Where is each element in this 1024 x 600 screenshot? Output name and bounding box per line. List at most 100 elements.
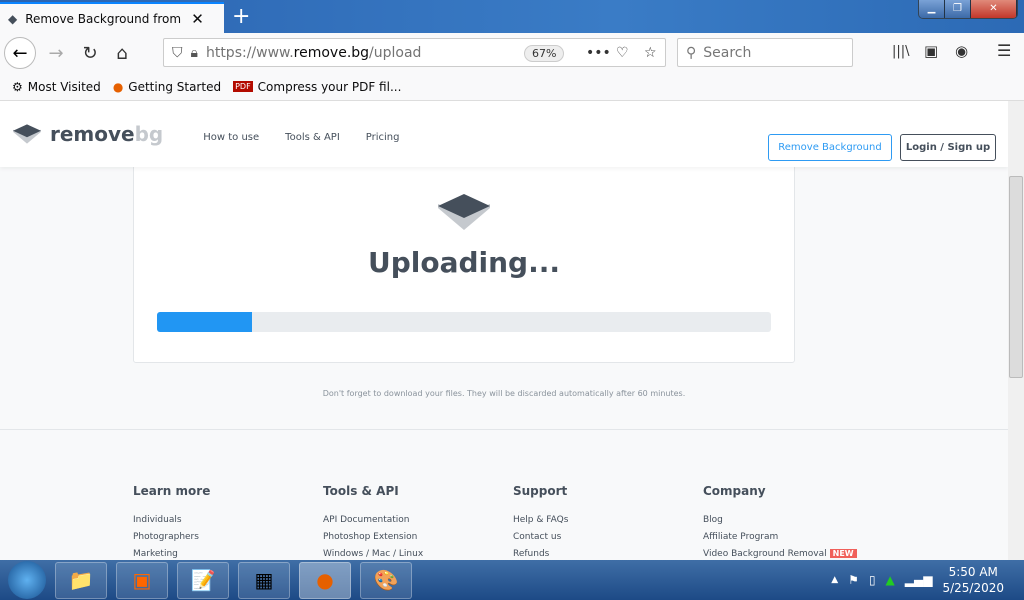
new-badge: NEW: [829, 549, 857, 558]
search-icon: ⚲: [686, 44, 697, 61]
clock-time: 5:50 AM: [948, 565, 998, 579]
page-scrollbar[interactable]: [1008, 101, 1024, 560]
taskbar: 📁 ▣ 📝 ▦ ● 🎨 ▲ ⚑ ▯ ▲ ▂▄▆ 5:50 AM 5/25/2020: [0, 560, 1024, 600]
calculator-icon[interactable]: ▦: [238, 561, 290, 599]
explorer-icon[interactable]: 📁: [55, 561, 107, 599]
forward-button[interactable]: →: [42, 43, 70, 64]
restore-button[interactable]: ❐: [945, 0, 971, 18]
xampp-icon[interactable]: ▣: [116, 561, 168, 599]
library-icon[interactable]: |||\: [892, 44, 910, 59]
nav-toolbar: ← → ↻ ⌂ ⛉ 🔒︎ https://www. remove.bg/uploa…: [0, 33, 1024, 73]
tab-title: Remove Background from Image: [25, 11, 185, 26]
footer-col-support: Support Help & FAQs Contact us Refunds: [513, 484, 568, 560]
footer-link[interactable]: Help & FAQs: [513, 515, 568, 532]
footer-link[interactable]: Photoshop Extension: [323, 532, 423, 549]
layers-icon: [438, 194, 490, 230]
minimize-button[interactable]: ▁: [919, 0, 945, 18]
footer-heading: Support: [513, 484, 568, 498]
progress-fill: [157, 312, 253, 332]
footer-link-label: Video Background Removal: [703, 549, 827, 559]
upload-status: Uploading...: [367, 246, 561, 279]
firefox-taskbar-icon[interactable]: ●: [299, 561, 351, 599]
bookmark-label: Most Visited: [27, 79, 101, 94]
bookmark-getting-started[interactable]: ● Getting Started: [113, 80, 221, 94]
action-center-flag-icon[interactable]: ⚑: [848, 573, 859, 587]
pdf-icon: PDF: [233, 81, 253, 92]
pocket-icon[interactable]: ♡: [616, 45, 629, 61]
firefox-icon: ●: [112, 79, 124, 94]
lock-icon[interactable]: 🔒︎: [191, 45, 198, 61]
gear-icon: ⚙: [12, 79, 23, 94]
network-signal-icon[interactable]: ▂▄▆: [905, 573, 933, 587]
removebg-favicon-icon: ◆: [8, 11, 18, 26]
clock[interactable]: 5:50 AM 5/25/2020: [942, 564, 1004, 596]
footer-heading: Tools & API: [323, 484, 399, 498]
download-note: Don't forget to download your files. The…: [322, 389, 686, 398]
footer-link-video[interactable]: Video Background Removal NEW: [703, 549, 857, 560]
removebg-logo[interactable]: remove bg: [12, 122, 163, 146]
footer-heading: Learn more: [133, 484, 211, 498]
bookmark-most-visited[interactable]: ⚙ Most Visited: [12, 80, 101, 94]
footer-link[interactable]: Blog: [703, 515, 857, 532]
url-bar[interactable]: ⛉ 🔒︎ https://www. remove.bg/upload 67% ••…: [163, 38, 666, 67]
zoom-level-badge[interactable]: 67%: [524, 45, 565, 62]
footer-col-tools: Tools & API API Documentation Photoshop Ex…: [323, 484, 423, 560]
close-tab-icon[interactable]: ✕: [191, 10, 204, 28]
back-button[interactable]: ←: [4, 37, 36, 69]
footer-link[interactable]: Photographers: [133, 532, 210, 549]
title-bar: ◆ Remove Background from Image ✕ + ▁ ❐ ✕: [0, 0, 1024, 33]
home-button[interactable]: ⌂: [108, 43, 136, 64]
nav-how-to-use[interactable]: How to use: [203, 132, 259, 143]
nav-pricing[interactable]: Pricing: [366, 132, 400, 143]
shield-icon[interactable]: ⛉: [172, 45, 183, 61]
logo-text: remove: [50, 122, 135, 146]
footer-link[interactable]: Individuals: [133, 515, 210, 532]
notepad-plus-icon[interactable]: 📝: [177, 561, 229, 599]
more-actions-icon[interactable]: •••: [586, 45, 611, 61]
start-button[interactable]: [8, 561, 46, 599]
system-tray: ▲ ⚑ ▯ ▲ ▂▄▆ 5:50 AM 5/25/2020: [831, 560, 1004, 600]
upload-card: Uploading...: [133, 161, 795, 363]
reload-button[interactable]: ↻: [76, 43, 104, 64]
layers-logo-icon: [13, 124, 41, 144]
nav-tools-api[interactable]: Tools & API: [285, 132, 340, 143]
bookmarks-toolbar: ⚙ Most Visited ● Getting Started PDF Compre…: [0, 73, 1024, 101]
footer-col-learn-more: Learn more Individuals Photographers Market…: [133, 484, 210, 560]
clock-date: 5/25/2020: [942, 581, 1004, 595]
account-icon[interactable]: ◉: [955, 42, 968, 60]
site-nav: How to use Tools & API Pricing: [203, 125, 425, 144]
browser-tab[interactable]: ◆ Remove Background from Image ✕: [0, 2, 224, 33]
show-hidden-icons[interactable]: ▲: [831, 575, 838, 585]
footer-link[interactable]: Windows / Mac / Linux: [323, 549, 423, 560]
paint-icon[interactable]: 🎨: [360, 561, 412, 599]
upload-progress-bar: [157, 312, 771, 332]
footer-heading: Company: [703, 484, 766, 498]
search-input[interactable]: ⚲ Search: [677, 38, 853, 67]
remove-background-button[interactable]: Remove Background: [768, 134, 892, 161]
sidebar-icon[interactable]: ▣: [924, 42, 938, 60]
footer-link[interactable]: Refunds: [513, 549, 568, 560]
login-signup-button[interactable]: Login / Sign up: [900, 134, 996, 161]
bookmark-label: Getting Started: [128, 79, 222, 94]
menu-icon[interactable]: ☰: [997, 41, 1011, 60]
url-prefix: https://www.: [205, 44, 294, 61]
url-host: remove.bg: [293, 44, 370, 61]
scrollbar-thumb[interactable]: [1009, 176, 1023, 378]
bookmark-compress-pdf[interactable]: PDF Compress your PDF fil...: [233, 80, 401, 94]
page-content: Uploading... Don't forget to download yo…: [0, 101, 1008, 560]
footer-divider: [0, 429, 1008, 430]
footer-link[interactable]: Marketing: [133, 549, 210, 560]
footer-link[interactable]: Affiliate Program: [703, 532, 857, 549]
power-icon[interactable]: ▯: [869, 573, 876, 587]
logo-text-bg: bg: [134, 122, 164, 146]
new-tab-button[interactable]: +: [232, 4, 250, 29]
footer-link[interactable]: API Documentation: [323, 515, 423, 532]
bookmark-star-icon[interactable]: ☆: [644, 45, 657, 61]
footer-col-company: Company Blog Affiliate Program Video Backgr…: [703, 484, 857, 560]
search-placeholder: Search: [703, 44, 752, 61]
footer-link[interactable]: Contact us: [513, 532, 568, 549]
green-triangle-icon[interactable]: ▲: [886, 573, 895, 587]
close-window-button[interactable]: ✕: [971, 0, 1017, 18]
bookmark-label: Compress your PDF fil...: [257, 79, 402, 94]
url-path: /upload: [369, 44, 422, 61]
